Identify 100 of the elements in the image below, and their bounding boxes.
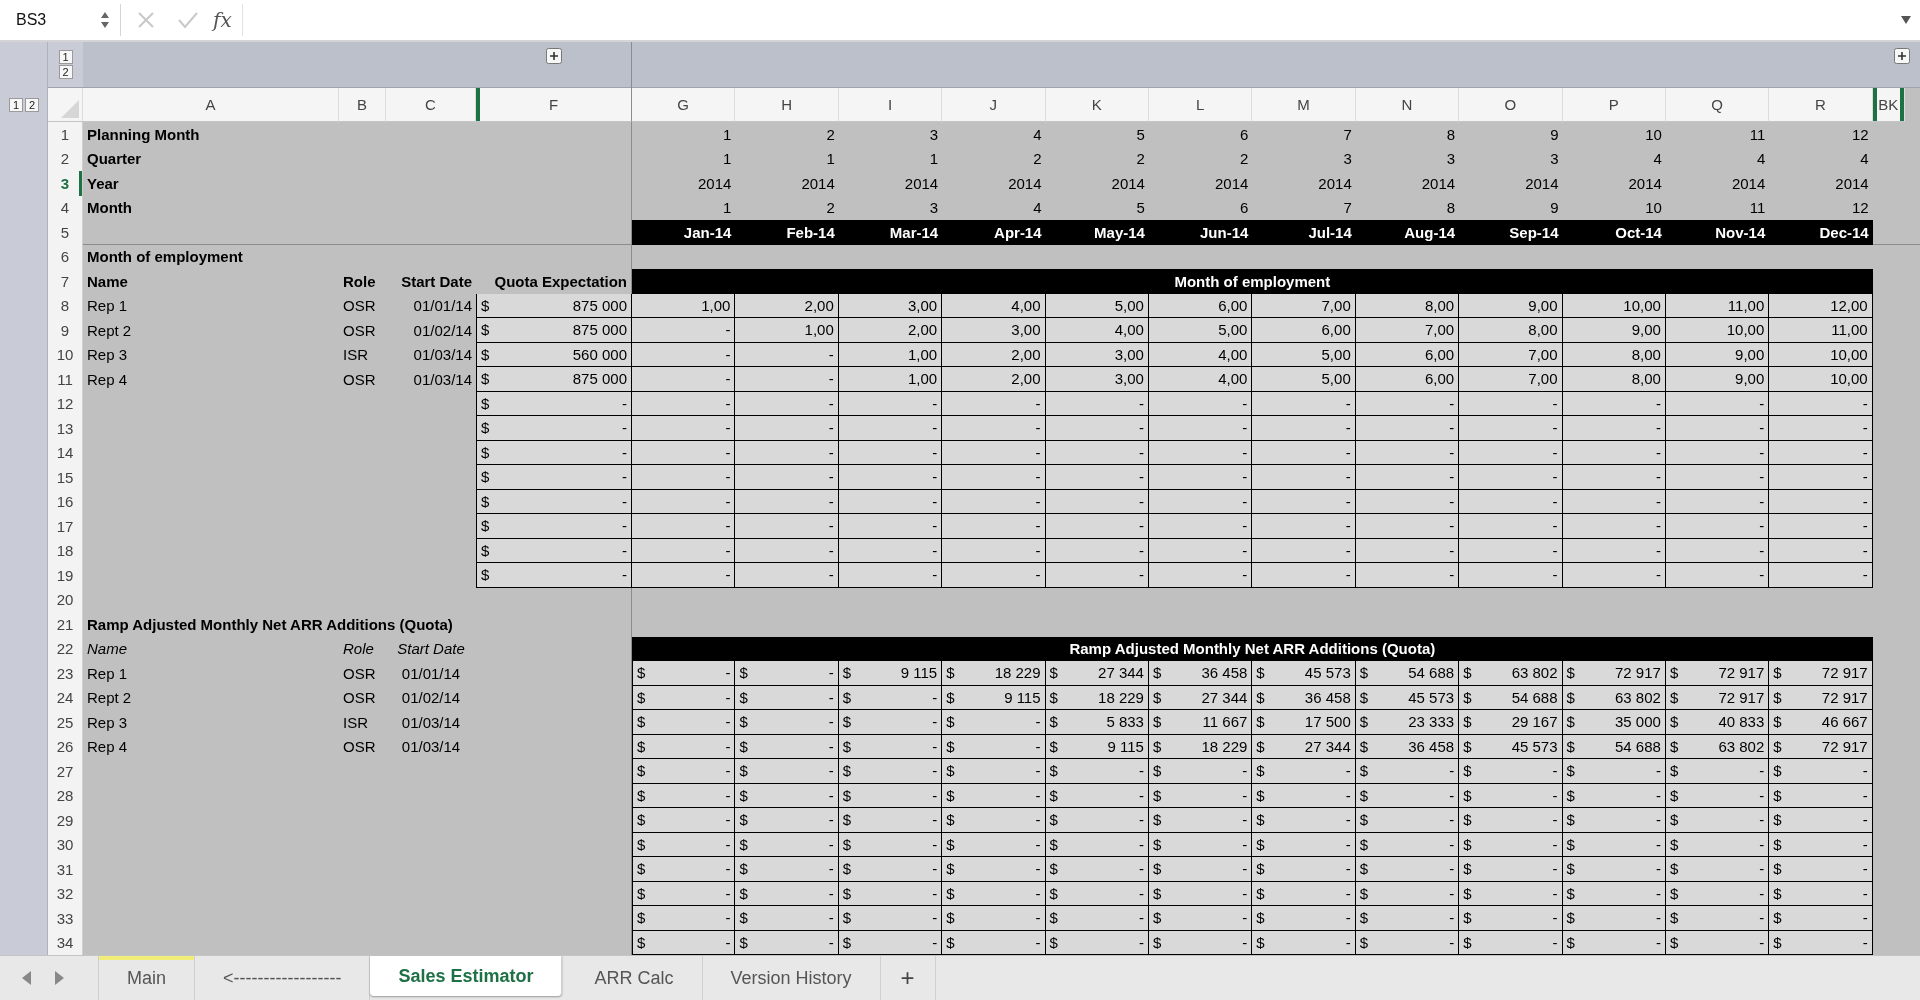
row-number[interactable]: 11	[48, 367, 83, 392]
dropdown-caret-icon[interactable]	[1900, 15, 1912, 25]
table-cell: -	[1562, 489, 1666, 514]
row-number[interactable]: 29	[48, 808, 83, 833]
row-number[interactable]: 8	[48, 293, 83, 318]
row-number[interactable]: 9	[48, 318, 83, 343]
row-number[interactable]: 33	[48, 906, 83, 931]
row-number[interactable]: 2	[48, 146, 83, 171]
row-number[interactable]: 23	[48, 661, 83, 686]
column-header[interactable]: K	[1045, 88, 1149, 122]
table-cell-text: Rep 4	[86, 737, 129, 758]
column-header[interactable]: BK	[1872, 88, 1905, 122]
row-number[interactable]: 5	[48, 220, 83, 245]
sheet-tab[interactable]: ARR Calc	[566, 956, 703, 1000]
table-cell: $ -	[942, 881, 1046, 906]
column-header[interactable]: M	[1252, 88, 1356, 122]
expand-icon[interactable]	[545, 48, 562, 64]
table-cell-text: 01/01/14	[400, 663, 462, 684]
row-number[interactable]: 28	[48, 783, 83, 808]
table-cell: $ 9 115	[838, 661, 943, 686]
table-cell: $ 9 115	[942, 685, 1046, 710]
table-cell: -	[632, 318, 736, 343]
table-cell: -	[1665, 489, 1770, 514]
row-number[interactable]: 30	[48, 832, 83, 857]
table-cell: $ -	[838, 685, 943, 710]
column-header[interactable]: A	[83, 88, 339, 122]
table-cell-text: 1	[825, 149, 836, 170]
table-cell: $ -	[838, 783, 943, 808]
column-header[interactable]: H	[735, 88, 839, 122]
column-header[interactable]: G	[632, 88, 736, 122]
table-cell: 6,00	[1355, 367, 1460, 392]
table-cell: $ -	[838, 857, 943, 882]
column-header[interactable]: R	[1769, 88, 1873, 122]
column-label: Name	[86, 271, 129, 292]
row-number[interactable]: 14	[48, 440, 83, 465]
column-header[interactable]: J	[942, 88, 1046, 122]
column-header[interactable]: Q	[1665, 88, 1770, 122]
column-header[interactable]: I	[838, 88, 943, 122]
row-number[interactable]: 22	[48, 636, 83, 661]
outline-level-button[interactable]: 1	[9, 98, 23, 112]
row-number[interactable]: 13	[48, 416, 83, 441]
row-number[interactable]: 34	[48, 930, 83, 955]
column-header[interactable]: B	[339, 88, 386, 122]
sheet-tab[interactable]: Main	[98, 956, 195, 1000]
column-header[interactable]: L	[1148, 88, 1253, 122]
row-number[interactable]: 7	[48, 269, 83, 294]
table-cell: $ 72 917	[1769, 685, 1873, 710]
row-number[interactable]: 25	[48, 710, 83, 735]
table-cell: -	[1459, 391, 1563, 416]
column-header[interactable]: O	[1459, 88, 1563, 122]
previous-sheet-icon[interactable]	[22, 971, 32, 985]
table-cell: -	[838, 538, 943, 563]
row-number[interactable]: 24	[48, 685, 83, 710]
table-cell: -	[838, 514, 943, 539]
column-header[interactable]: C	[386, 88, 476, 122]
table-cell: -	[1355, 440, 1460, 465]
row-number[interactable]: 12	[48, 391, 83, 416]
row-number[interactable]: 17	[48, 514, 83, 539]
table-cell: $ 875 000	[476, 367, 632, 392]
table-cell: $ -	[476, 465, 632, 490]
table-cell: $ -	[1252, 857, 1356, 882]
row-number[interactable]: 21	[48, 612, 83, 637]
row-number[interactable]: 18	[48, 538, 83, 563]
row-number[interactable]: 20	[48, 587, 83, 612]
row-number[interactable]: 16	[48, 489, 83, 514]
name-box[interactable]: BS3	[0, 5, 120, 35]
expand-icon[interactable]	[1894, 48, 1910, 64]
next-sheet-icon[interactable]	[54, 971, 64, 985]
sheet-tab[interactable]: Sales Estimator	[370, 956, 563, 996]
row-number[interactable]: 26	[48, 734, 83, 759]
table-cell: -	[838, 440, 943, 465]
row-number[interactable]: 10	[48, 342, 83, 367]
row-number[interactable]: 4	[48, 195, 83, 220]
row-number[interactable]: 32	[48, 881, 83, 906]
row-number[interactable]: 31	[48, 857, 83, 882]
outline-level-button[interactable]: 1	[58, 50, 73, 64]
table-cell: $ -	[735, 759, 839, 784]
row-number[interactable]: 3	[48, 171, 83, 196]
table-cell: 9,00	[1665, 367, 1770, 392]
table-cell: -	[735, 367, 839, 392]
stepper-icon[interactable]	[100, 11, 110, 29]
table-cell: $ 36 458	[1355, 734, 1460, 759]
function-button[interactable]: fx	[213, 8, 232, 32]
outline-level-button[interactable]: 2	[25, 98, 39, 112]
table-cell: $ -	[1665, 930, 1770, 955]
sheet-tab[interactable]: Version History	[702, 956, 881, 1000]
row-number[interactable]: 27	[48, 759, 83, 784]
add-sheet-button[interactable]: +	[880, 956, 936, 1000]
table-cell: $ 63 802	[1459, 661, 1563, 686]
column-header[interactable]: N	[1355, 88, 1460, 122]
row-number[interactable]: 1	[48, 122, 83, 147]
column-header[interactable]: F	[476, 88, 632, 122]
row-number[interactable]: 6	[48, 244, 83, 269]
column-header[interactable]: P	[1562, 88, 1666, 122]
row-number[interactable]: 19	[48, 563, 83, 588]
table-cell: $ -	[1562, 930, 1666, 955]
outline-level-button[interactable]: 2	[58, 65, 73, 79]
cancel-icon[interactable]	[137, 11, 155, 29]
check-icon[interactable]	[177, 11, 199, 29]
row-number[interactable]: 15	[48, 465, 83, 490]
